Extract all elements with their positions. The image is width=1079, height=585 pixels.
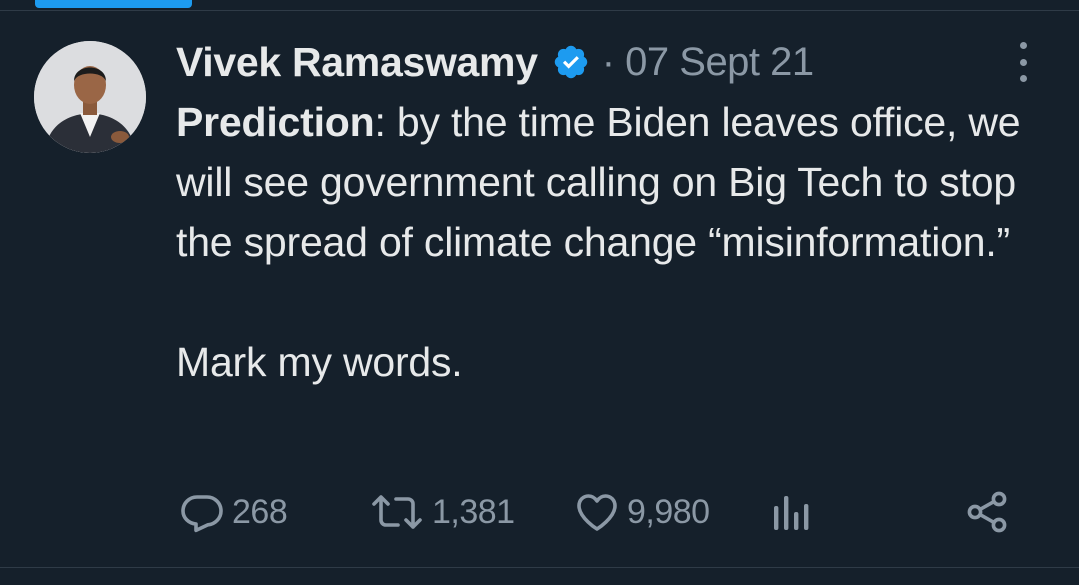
author-display-name[interactable]: Vivek Ramaswamy xyxy=(176,39,538,86)
active-tab-indicator xyxy=(35,0,192,8)
views-icon xyxy=(768,488,812,536)
tweet-text-second: Mark my words. xyxy=(176,339,463,385)
heart-icon xyxy=(573,488,621,536)
retweet-icon xyxy=(368,488,426,536)
like-button[interactable]: 9,980 xyxy=(573,488,710,536)
views-button[interactable] xyxy=(768,488,812,536)
verified-badge-icon[interactable] xyxy=(552,43,590,81)
tweet-text: Prediction: by the time Biden leaves off… xyxy=(176,92,1056,392)
retweet-button[interactable]: 1,381 xyxy=(368,488,515,536)
tweet-actions: 268 1,381 9,980 xyxy=(178,488,1028,536)
reply-icon xyxy=(178,488,226,536)
top-divider xyxy=(0,10,1079,11)
tweet-header: Vivek Ramaswamy · 07 Sept 21 xyxy=(176,36,814,88)
retweet-count: 1,381 xyxy=(432,492,515,531)
tweet-text-lead: Prediction xyxy=(176,99,375,145)
tweet-date[interactable]: · 07 Sept 21 xyxy=(602,40,814,85)
bottom-divider xyxy=(0,567,1079,568)
avatar[interactable] xyxy=(34,41,146,153)
share-button[interactable] xyxy=(963,488,1011,536)
more-options-icon[interactable] xyxy=(1010,42,1036,82)
reply-count: 268 xyxy=(232,492,288,531)
share-icon xyxy=(963,488,1011,536)
like-count: 9,980 xyxy=(627,492,710,531)
reply-button[interactable]: 268 xyxy=(178,488,288,536)
